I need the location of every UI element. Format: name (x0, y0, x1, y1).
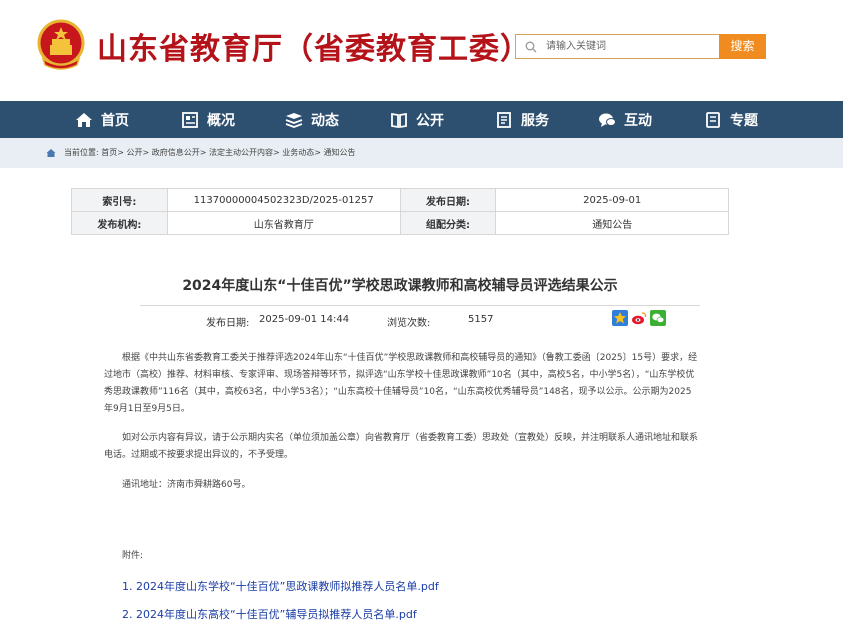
body-paragraph: 通讯地址：济南市舜耕路60号。 (122, 480, 251, 490)
qzone-star-icon[interactable] (612, 310, 628, 326)
nav-label: 服务 (521, 112, 549, 129)
index-value: 11370000004502323D/2025-01257 (166, 188, 401, 212)
search-button[interactable]: 搜索 (719, 34, 766, 59)
index-label: 索引号: (71, 188, 168, 212)
attachment-link[interactable]: 2. 2024年度山东高校“十佳百优”辅导员拟推荐人员名单.pdf (122, 606, 417, 622)
attachments-label: 附件: (122, 551, 144, 561)
topic-document-icon (706, 111, 720, 128)
nav-item-service[interactable]: 服务 (495, 101, 549, 138)
publish-value: 2025-09-01 14:44 (259, 314, 350, 325)
search-icon (525, 41, 537, 53)
nav-label: 动态 (311, 112, 339, 129)
body-paragraph: 如对公示内容有异议，请于公示期内实名（单位须加盖公章）向省教育厅（省委教育工委）… (104, 433, 699, 460)
views-value: 5157 (468, 314, 494, 325)
search-box (515, 34, 720, 59)
metadata-table: 索引号: 11370000004502323D/2025-01257 发布日期:… (71, 188, 729, 235)
issuer-label: 发布机构: (71, 211, 168, 235)
site-header: 山东省教育厅（省委教育工委） 搜索 (0, 0, 843, 100)
home-icon (76, 112, 92, 127)
title-divider (140, 305, 700, 306)
nav-item-topics[interactable]: 专题 (704, 101, 758, 138)
publish-date-value: 2025-09-01 (495, 188, 729, 212)
nav-item-home[interactable]: 首页 (75, 101, 129, 138)
attachment-link[interactable]: 1. 2024年度山东学校“十佳百优”思政课教师拟推荐人员名单.pdf (122, 578, 439, 594)
category-value: 通知公告 (495, 211, 729, 235)
service-document-icon (497, 111, 511, 128)
nav-item-interaction[interactable]: 互动 (598, 101, 652, 138)
views-label: 浏览次数: (387, 318, 431, 329)
category-label: 组配分类: (399, 211, 497, 235)
overview-icon (182, 111, 198, 128)
chat-bubble-icon (599, 113, 616, 127)
article-title: 2024年度山东“十佳百优”学校思政课教师和高校辅导员评选结果公示 (182, 278, 618, 294)
nav-item-overview[interactable]: 概况 (181, 101, 235, 138)
nav-item-open[interactable]: 公开 (390, 101, 444, 138)
nav-label: 公开 (416, 112, 444, 129)
nav-item-news[interactable]: 动态 (285, 101, 339, 138)
open-book-icon (391, 112, 407, 128)
publish-label: 发布日期: (206, 318, 250, 329)
nav-label: 首页 (101, 112, 129, 129)
share-bar (612, 310, 666, 326)
main-nav: 首页 概况 动态 公开 服务 互动 专题 (0, 101, 843, 138)
breadcrumb: 当前位置: 首页> 公开> 政府信息公开> 法定主动公开内容> 业务动态> 通知… (0, 138, 843, 168)
news-stack-icon (285, 112, 303, 128)
nav-label: 互动 (624, 112, 652, 129)
publish-date-label: 发布日期: (399, 188, 497, 212)
breadcrumb-text[interactable]: 当前位置: 首页> 公开> 政府信息公开> 法定主动公开内容> 业务动态> 通知… (64, 147, 355, 158)
weibo-icon[interactable] (631, 310, 647, 326)
nav-label: 概况 (207, 112, 235, 129)
nav-label: 专题 (730, 112, 758, 129)
issuer-value: 山东省教育厅 (166, 211, 401, 235)
wechat-icon[interactable] (650, 310, 666, 326)
site-title[interactable]: 山东省教育厅（省委教育工委） (97, 24, 531, 68)
search-input[interactable] (546, 36, 716, 57)
national-emblem-icon (37, 19, 85, 71)
body-paragraph: 根据《中共山东省委教育工委关于推荐评选2024年山东“十佳百优”学校思政课教师和… (104, 353, 698, 414)
home-icon (46, 148, 56, 157)
